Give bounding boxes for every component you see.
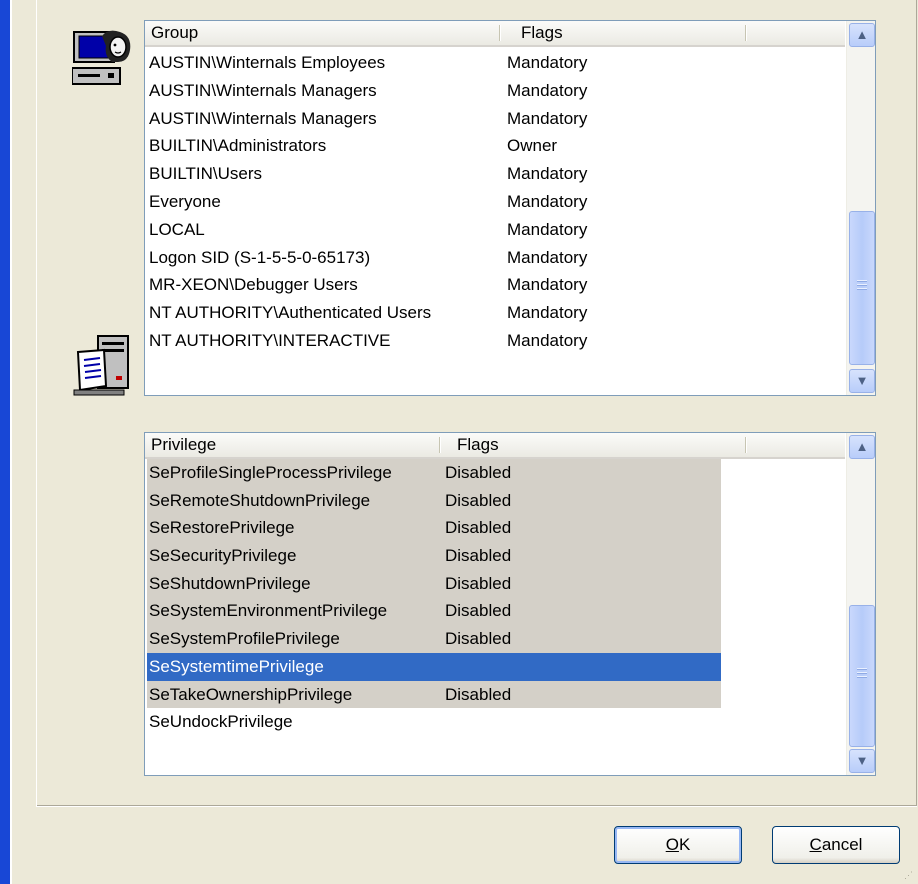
group-flags: Mandatory [507, 80, 588, 100]
column-separator[interactable] [499, 25, 500, 41]
table-row[interactable]: SeSystemProfilePrivilege Disabled [145, 625, 845, 653]
privileges-listview[interactable]: Privilege Flags SeProfileSingleProcessPr… [144, 432, 876, 776]
group-name: LOCAL [149, 219, 205, 239]
privileges-header: Privilege Flags [145, 433, 845, 459]
groups-rows: AUSTIN\Winternals Employees Mandatory AUST… [145, 49, 845, 355]
privilege-flags: Disabled [445, 629, 512, 649]
scroll-down-arrow-icon[interactable]: ▼ [849, 749, 875, 773]
privilege-name: SeProfileSingleProcessPrivilege [149, 463, 392, 482]
privilege-flags: Disabled [445, 684, 512, 704]
group-name: NT AUTHORITY\INTERACTIVE [149, 330, 391, 350]
column-header-privilege[interactable]: Privilege [145, 433, 439, 457]
table-row[interactable]: SeProfileSingleProcessPrivilege Disabled [145, 459, 845, 487]
group-name: AUSTIN\Winternals Managers [149, 108, 377, 128]
scroll-up-arrow-icon[interactable]: ▲ [849, 23, 875, 47]
resize-grip-icon[interactable]: ⋰ [904, 870, 916, 882]
window-frame-highlight [10, 0, 12, 884]
group-name: AUSTIN\Winternals Employees [149, 53, 386, 72]
scroll-thumb[interactable] [849, 211, 875, 365]
privilege-flags: Disabled [445, 518, 512, 538]
privilege-name: SeRemoteShutdownPrivilege [149, 490, 371, 510]
groups-listview[interactable]: Group Flags AUSTIN\Winternals Employees M… [144, 20, 876, 396]
group-name: Everyone [149, 191, 221, 211]
table-row[interactable]: MR-XEON\Debugger Users Mandatory [145, 271, 845, 299]
table-row[interactable]: SeRemoteShutdownPrivilege Disabled [145, 486, 845, 515]
column-header-flags[interactable]: Flags [515, 21, 745, 45]
table-row[interactable]: SeTakeOwnershipPrivilege Disabled [145, 680, 845, 709]
privilege-name: SeUndockPrivilege [149, 712, 293, 732]
groups-header: Group Flags [145, 21, 845, 47]
group-flags: Mandatory [507, 191, 588, 211]
column-separator[interactable] [745, 25, 746, 41]
privilege-name: SeSystemEnvironmentPrivilege [149, 601, 388, 621]
computer-user-icon [72, 30, 131, 85]
group-flags: Mandatory [507, 53, 588, 72]
privilege-flags: Disabled [445, 573, 512, 593]
table-row[interactable]: Everyone Mandatory [145, 188, 845, 216]
table-row[interactable]: AUSTIN\Winternals Managers Mandatory [145, 77, 845, 105]
privilege-name: SeShutdownPrivilege [149, 573, 311, 593]
table-row[interactable]: SeUndockPrivilege [145, 708, 845, 736]
group-flags: Owner [507, 136, 558, 156]
group-flags: Mandatory [507, 164, 588, 184]
group-flags: Mandatory [507, 108, 588, 128]
scroll-up-arrow-icon[interactable]: ▲ [849, 435, 875, 459]
privilege-flags: Disabled [445, 601, 512, 621]
group-name: MR-XEON\Debugger Users [149, 275, 358, 295]
column-separator[interactable] [745, 437, 746, 453]
privilege-name: SeTakeOwnershipPrivilege [149, 684, 353, 704]
group-flags: Mandatory [507, 247, 588, 267]
column-separator[interactable] [439, 437, 440, 453]
table-row[interactable]: SeSystemEnvironmentPrivilege Disabled [145, 597, 845, 626]
privilege-name: SeSystemtimePrivilege [149, 656, 324, 676]
table-row[interactable]: SeSecurityPrivilege Disabled [145, 542, 845, 570]
table-row[interactable]: AUSTIN\Winternals Employees Mandatory [145, 49, 845, 77]
privilege-flags: Disabled [445, 490, 512, 510]
group-flags: Mandatory [507, 330, 588, 350]
group-name: NT AUTHORITY\Authenticated Users [149, 303, 432, 323]
window-frame-left [0, 0, 10, 884]
privilege-flags: Disabled [445, 546, 512, 566]
privileges-rows: SeProfileSingleProcessPrivilege Disabled S… [145, 459, 845, 736]
group-flags: Mandatory [507, 275, 588, 295]
table-row[interactable]: BUILTIN\Administrators Owner [145, 132, 845, 160]
column-header-flags[interactable]: Flags [451, 433, 745, 457]
server-document-icon [73, 335, 129, 396]
privilege-name: SeSystemProfilePrivilege [149, 629, 340, 649]
table-row[interactable]: Logon SID (S-1-5-5-0-65173) Mandatory [145, 244, 845, 272]
group-name: AUSTIN\Winternals Managers [149, 80, 377, 100]
group-flags: Mandatory [507, 219, 588, 239]
scroll-down-arrow-icon[interactable]: ▼ [849, 369, 875, 393]
group-flags: Mandatory [507, 303, 588, 323]
table-row[interactable]: BUILTIN\Users Mandatory [145, 160, 845, 188]
group-name: BUILTIN\Administrators [149, 136, 327, 156]
groups-scrollbar[interactable]: ▲ ▼ [846, 21, 875, 395]
ok-button[interactable]: OK [614, 826, 742, 864]
privileges-scrollbar[interactable]: ▲ ▼ [846, 433, 875, 775]
table-row[interactable]: SeRestorePrivilege Disabled [145, 514, 845, 543]
scroll-thumb[interactable] [849, 605, 875, 747]
privilege-flags: Disabled [445, 463, 512, 482]
group-name: BUILTIN\Users [149, 164, 263, 184]
table-row[interactable]: NT AUTHORITY\INTERACTIVE Mandatory [145, 327, 845, 355]
column-header-group[interactable]: Group [145, 21, 499, 45]
cancel-button[interactable]: Cancel [772, 826, 900, 864]
table-row[interactable]: AUSTIN\Winternals Managers Mandatory [145, 105, 845, 133]
table-row[interactable]: SeShutdownPrivilege Disabled [145, 569, 845, 598]
table-row[interactable]: SeSystemtimePrivilege [145, 652, 845, 681]
privilege-name: SeRestorePrivilege [149, 518, 295, 538]
table-row[interactable]: NT AUTHORITY\Authenticated Users Mandator… [145, 299, 845, 327]
group-name: Logon SID (S-1-5-5-0-65173) [149, 247, 371, 267]
table-row[interactable]: LOCAL Mandatory [145, 216, 845, 244]
privilege-name: SeSecurityPrivilege [149, 546, 297, 566]
